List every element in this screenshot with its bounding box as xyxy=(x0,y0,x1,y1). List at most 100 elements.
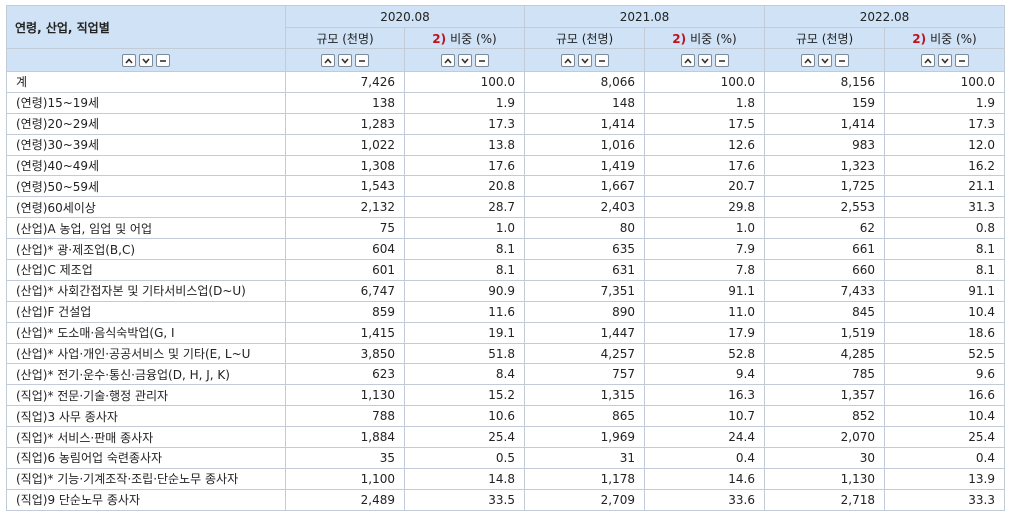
scale-cell: 1,283 xyxy=(285,112,405,135)
chevron-up-icon[interactable] xyxy=(560,54,575,67)
scale-cell: 1,315 xyxy=(524,384,645,407)
ratio-column-header: 2) 비중 (%) xyxy=(404,27,525,49)
chevron-down-icon[interactable] xyxy=(937,54,952,67)
ratio-cell: 17.6 xyxy=(404,154,525,177)
ratio-cell: 11.6 xyxy=(404,300,525,323)
chevron-down-icon[interactable] xyxy=(139,54,153,67)
ratio-cell: 0.5 xyxy=(404,447,525,469)
scale-cell: 1,447 xyxy=(524,321,645,344)
scale-cell: 4,285 xyxy=(764,342,885,365)
table-row: (산업)C 제조업 601 8.1 631 7.8 660 8.1 xyxy=(6,259,1005,281)
footnote-marker[interactable]: 2) xyxy=(912,32,926,46)
ratio-cell: 9.4 xyxy=(644,363,765,386)
row-label: (산업)* 사업·개인·공공서비스 및 기타(E, L~U xyxy=(6,342,286,365)
table-row: (직업)* 기능·기계조작·조립·단순노무 종사자 1,100 14.8 1,178 1… xyxy=(6,467,1005,490)
footnote-marker[interactable]: 2) xyxy=(672,32,686,46)
row-label: (산업)* 사회간접자본 및 기타서비스업(D~U) xyxy=(6,279,286,302)
minus-icon[interactable] xyxy=(714,54,729,67)
table-row: (연령)20~29세 1,283 17.3 1,414 17.5 1,414 17.3 xyxy=(6,112,1005,135)
ratio-cell: 18.6 xyxy=(884,321,1005,344)
chevron-up-icon[interactable] xyxy=(800,54,815,67)
ratio-cell: 13.9 xyxy=(884,467,1005,490)
ratio-cell: 25.4 xyxy=(884,426,1005,449)
scale-cell: 4,257 xyxy=(524,342,645,365)
row-label: (산업)F 건설업 xyxy=(6,300,286,323)
scale-cell: 75 xyxy=(285,217,405,240)
table-row: (산업)* 전기·운수·통신·금융업(D, H, J, K) 623 8.4 757 9… xyxy=(6,363,1005,386)
ratio-cell: 33.5 xyxy=(404,488,525,511)
minus-icon[interactable] xyxy=(474,54,489,67)
scale-cell: 661 xyxy=(764,238,885,261)
row-label: (직업)6 농림어업 숙련종사자 xyxy=(6,447,286,469)
scale-cell: 1,016 xyxy=(524,133,645,156)
minus-icon[interactable] xyxy=(355,54,369,67)
table-row: (직업)3 사무 종사자 788 10.6 865 10.7 852 10.4 xyxy=(6,405,1005,428)
ratio-cell: 11.0 xyxy=(644,300,765,323)
chevron-up-icon[interactable] xyxy=(680,54,695,67)
scale-cell: 601 xyxy=(285,259,405,281)
ratio-cell: 31.3 xyxy=(884,196,1005,219)
ratio-cell: 13.8 xyxy=(404,133,525,156)
minus-icon[interactable] xyxy=(834,54,849,67)
ratio-cell: 91.1 xyxy=(644,279,765,302)
row-label: (연령)60세이상 xyxy=(6,196,286,219)
table-row: (산업)A 농업, 임업 및 어업 75 1.0 80 1.0 62 0.8 xyxy=(6,217,1005,240)
ratio-cell: 20.8 xyxy=(404,175,525,198)
scale-cell: 785 xyxy=(764,363,885,386)
minus-icon[interactable] xyxy=(594,54,609,67)
row-label: (산업)C 제조업 xyxy=(6,259,286,281)
table-body: 계 7,426 100.0 8,066 100.0 8,156 100.0 (연령)15~19… xyxy=(6,71,1005,511)
table-row: (직업)9 단순노무 종사자 2,489 33.5 2,709 33.6 2,718 33.… xyxy=(6,488,1005,511)
scale-cell: 845 xyxy=(764,300,885,323)
row-label: (산업)* 전기·운수·통신·금융업(D, H, J, K) xyxy=(6,363,286,386)
chevron-up-icon[interactable] xyxy=(321,54,335,67)
minus-icon[interactable] xyxy=(156,54,170,67)
table-row: (산업)* 사업·개인·공공서비스 및 기타(E, L~U 3,850 51.8 4,… xyxy=(6,342,1005,365)
chevron-up-icon[interactable] xyxy=(122,54,136,67)
chevron-down-icon[interactable] xyxy=(338,54,352,67)
minus-icon[interactable] xyxy=(954,54,969,67)
table-row: (연령)50~59세 1,543 20.8 1,667 20.7 1,725 21.1 xyxy=(6,175,1005,198)
row-label: (연령)20~29세 xyxy=(6,112,286,135)
scale-column-header: 규모 (천명) xyxy=(764,27,885,49)
ratio-cell: 90.9 xyxy=(404,279,525,302)
chevron-down-icon[interactable] xyxy=(577,54,592,67)
ratio-column-sort-cell xyxy=(884,48,1005,72)
scale-cell: 788 xyxy=(285,405,405,428)
chevron-down-icon[interactable] xyxy=(817,54,832,67)
scale-column-sort-cell xyxy=(285,48,405,72)
chevron-up-icon[interactable] xyxy=(920,54,935,67)
scale-cell: 2,553 xyxy=(764,196,885,219)
chevron-up-icon[interactable] xyxy=(440,54,455,67)
scale-cell: 2,132 xyxy=(285,196,405,219)
ratio-cell: 16.2 xyxy=(884,154,1005,177)
ratio-label: 비중 (%) xyxy=(930,31,977,46)
scale-cell: 31 xyxy=(524,447,645,469)
ratio-cell: 17.6 xyxy=(644,154,765,177)
ratio-cell: 17.3 xyxy=(884,112,1005,135)
scale-column-sort-cell xyxy=(764,48,885,72)
chevron-down-icon[interactable] xyxy=(697,54,712,67)
scale-cell: 757 xyxy=(524,363,645,386)
ratio-cell: 28.7 xyxy=(404,196,525,219)
ratio-cell: 51.8 xyxy=(404,342,525,365)
scale-cell: 1,415 xyxy=(285,321,405,344)
scale-cell: 1,022 xyxy=(285,133,405,156)
ratio-cell: 10.6 xyxy=(404,405,525,428)
scale-cell: 159 xyxy=(764,91,885,114)
scale-cell: 660 xyxy=(764,259,885,281)
ratio-cell: 0.4 xyxy=(884,447,1005,469)
scale-cell: 2,709 xyxy=(524,488,645,511)
scale-cell: 1,414 xyxy=(764,112,885,135)
footnote-marker[interactable]: 2) xyxy=(432,32,446,46)
scale-cell: 3,850 xyxy=(285,342,405,365)
ratio-cell: 15.2 xyxy=(404,384,525,407)
ratio-cell: 1.9 xyxy=(884,91,1005,114)
scale-cell: 1,308 xyxy=(285,154,405,177)
chevron-down-icon[interactable] xyxy=(457,54,472,67)
row-label: (직업)9 단순노무 종사자 xyxy=(6,488,286,511)
ratio-cell: 8.1 xyxy=(884,238,1005,261)
ratio-column-header: 2) 비중 (%) xyxy=(644,27,765,49)
table-row: (산업)* 도소매·음식숙박업(G, I 1,415 19.1 1,447 17.9 1,… xyxy=(6,321,1005,344)
scale-cell: 1,884 xyxy=(285,426,405,449)
